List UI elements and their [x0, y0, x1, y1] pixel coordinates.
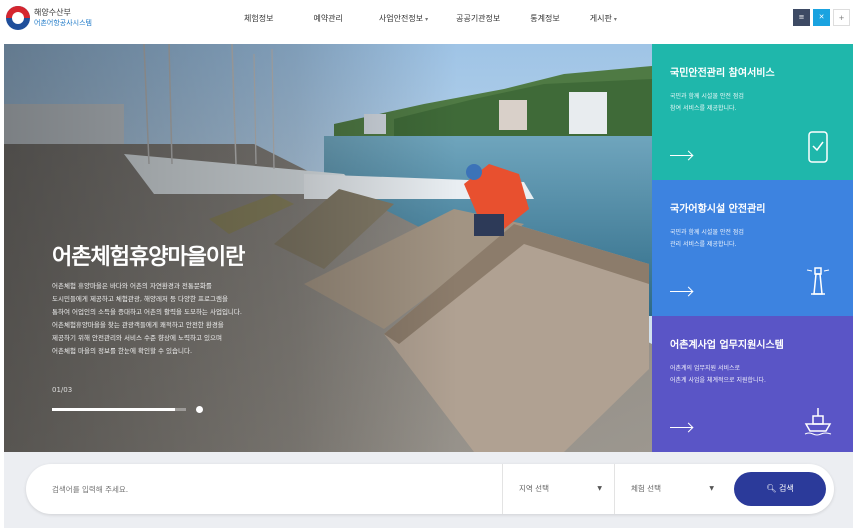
- panel-title: 국민안전관리 참여서비스: [670, 68, 775, 79]
- logo-system-name: 어촌어항공사시스템: [34, 19, 92, 27]
- caret-down-icon: ▼: [597, 485, 602, 492]
- slide-progress-fill: [52, 408, 176, 411]
- panel-title: 국가어항시설 안전관리: [670, 204, 766, 215]
- site-header: 해양수산부 어촌어항공사시스템 체험정보 예약관리 사업안전정보 ▾ 공공기관정보…: [0, 0, 858, 44]
- nav-item-public-info[interactable]: 공공기관정보: [456, 12, 500, 26]
- expand-button[interactable]: +: [833, 9, 850, 26]
- search-input[interactable]: [52, 478, 492, 500]
- boat-icon: [804, 408, 832, 436]
- search-button[interactable]: 🔍︎ 검색: [734, 472, 826, 506]
- panel-fishery-work-support[interactable]: 어촌계사업 업무지원시스템 어촌계의 업무지원 서비스로 어촌계 사업을 체계적…: [652, 316, 853, 452]
- arrow-right-icon: [670, 427, 692, 428]
- nav-item-reservation[interactable]: 예약관리: [313, 12, 342, 26]
- nav-item-experience-info[interactable]: 체험정보: [244, 12, 273, 26]
- panel-title: 어촌계사업 업무지원시스템: [670, 340, 784, 351]
- slide-progress-bar: [52, 408, 186, 411]
- panel-text: 국민과 함께 시설물 안전 점검 관리 서비스를 제공합니다.: [670, 229, 744, 248]
- government-emblem-icon: [6, 6, 30, 30]
- panel-text: 국민과 함께 시설물 안전 점검 참여 서비스를 제공합니다.: [670, 93, 744, 112]
- menu-button[interactable]: ≡: [793, 9, 810, 26]
- slide-pause-button[interactable]: [196, 406, 203, 413]
- chevron-down-icon: ▾: [425, 16, 429, 23]
- chevron-down-icon: ▾: [613, 16, 617, 23]
- header-utility-buttons: ≡ ✕ +: [793, 9, 850, 26]
- hero-slider: 어촌체험휴양마을이란 어촌체험 휴양마을은 바다와 어촌의 자연환경과 전통문화…: [4, 44, 652, 452]
- search-section: 지역 선택 ▼ 체험 선택 ▼ 🔍︎ 검색: [4, 452, 853, 528]
- close-button[interactable]: ✕: [813, 9, 830, 26]
- search-bar: 지역 선택 ▼ 체험 선택 ▼ 🔍︎ 검색: [26, 464, 834, 514]
- region-select[interactable]: 지역 선택 ▼: [502, 464, 614, 514]
- phone-check-icon: [808, 131, 828, 163]
- nav-item-statistics[interactable]: 통계정보: [530, 12, 559, 26]
- hero-title: 어촌체험휴양마을이란: [52, 245, 245, 270]
- hero-description: 어촌체험 휴양마을은 바다와 어촌의 자연환경과 전통문화를 도시민들에게 제공…: [52, 282, 242, 355]
- logo-ministry-name: 해양수산부: [34, 8, 71, 17]
- lighthouse-icon: [806, 267, 830, 295]
- panel-harbor-safety[interactable]: 국가어항시설 안전관리 국민과 함께 시설물 안전 점검 관리 서비스를 제공합…: [652, 180, 853, 316]
- panel-safety-participation[interactable]: 국민안전관리 참여서비스 국민과 함께 시설물 안전 점검 참여 서비스를 제공…: [652, 44, 853, 180]
- nav-item-board[interactable]: 게시판 ▾: [590, 12, 617, 26]
- arrow-right-icon: [670, 155, 692, 156]
- category-select[interactable]: 체험 선택 ▼: [614, 464, 726, 514]
- nav-item-safety-info[interactable]: 사업안전정보 ▾: [379, 12, 428, 26]
- panel-text: 어촌계의 업무지원 서비스로 어촌계 사업을 체계적으로 지원합니다.: [670, 365, 766, 384]
- arrow-right-icon: [670, 291, 692, 292]
- slide-counter: 01/03: [52, 386, 73, 394]
- site-logo[interactable]: 해양수산부 어촌어항공사시스템: [6, 6, 92, 30]
- main-nav: 체험정보 예약관리 사업안전정보 ▾ 공공기관정보 통계정보 게시판 ▾: [244, 12, 617, 26]
- caret-down-icon: ▼: [709, 485, 714, 492]
- search-icon: 🔍︎: [766, 484, 777, 493]
